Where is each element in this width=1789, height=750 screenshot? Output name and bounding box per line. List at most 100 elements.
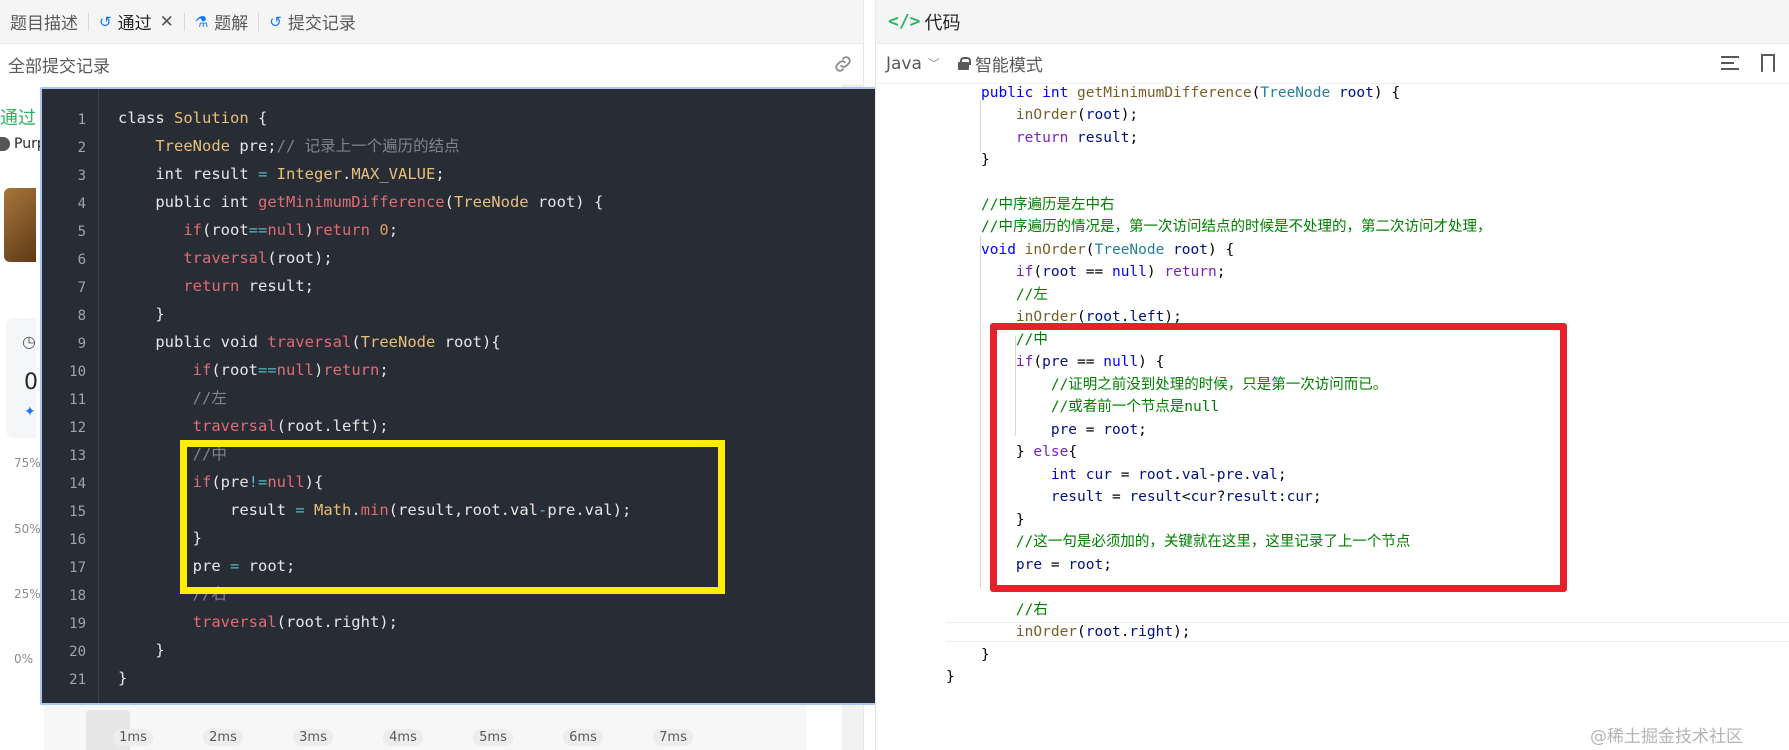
code-line: TreeNode pre;// 记录上一个遍历的结点 xyxy=(155,137,460,155)
toolbar-actions xyxy=(1721,54,1775,73)
line-number: 5 xyxy=(77,224,86,240)
all-submissions-link[interactable]: 全部提交记录 xyxy=(8,52,110,77)
gutter-divider xyxy=(98,89,99,703)
axis-tick: 4ms xyxy=(358,729,448,750)
link-icon[interactable] xyxy=(832,53,854,75)
code-line: traversal(root); xyxy=(183,249,333,267)
language-value: Java xyxy=(886,53,922,74)
code-line: void inOrder(TreeNode root) { xyxy=(981,242,1235,258)
code-icon: </> xyxy=(888,11,921,32)
code-line: //中序遍历的情况是，第一次访问结点的时候是不处理的，第二次访问才处理， xyxy=(981,219,1492,235)
line-number: 15 xyxy=(69,504,86,520)
language-select[interactable]: Java ﹀ xyxy=(886,54,940,74)
tab-accepted-label: 通过 xyxy=(117,14,152,34)
avatar xyxy=(0,137,10,151)
code-panel-title: 代码 xyxy=(924,12,961,34)
flask-icon: ⚗ xyxy=(194,12,209,31)
status-accepted: 通过 xyxy=(0,108,36,129)
line-number: 19 xyxy=(69,616,86,632)
tab-submissions-label: 提交记录 xyxy=(287,14,356,34)
line-number: 1 xyxy=(77,112,86,128)
sparkle-icon: ✦ xyxy=(24,404,36,420)
line-number: 7 xyxy=(77,280,86,296)
code-line: if(root==null)return; xyxy=(192,361,389,379)
code-line: inOrder(root.right); xyxy=(1015,624,1191,640)
code-line: if(root == null) return; xyxy=(1015,264,1226,280)
line-number: 20 xyxy=(69,644,86,660)
axis-tick: 5ms xyxy=(448,729,538,750)
code-line: return result; xyxy=(1015,130,1139,146)
code-line: //左 xyxy=(192,389,227,407)
code-line: traversal(root.right); xyxy=(192,613,398,631)
code-line: return result; xyxy=(183,277,314,295)
yellow-highlight-box xyxy=(180,440,725,594)
submissions-header: 全部提交记录 xyxy=(0,44,863,84)
code-line: if(root==null)return 0; xyxy=(183,221,399,239)
pct-label: 50% xyxy=(14,522,41,536)
code-line: int result = Integer.MAX_VALUE; xyxy=(155,165,445,183)
line-number: 14 xyxy=(69,476,86,492)
watermark: @稀土掘金技术社区 xyxy=(1590,727,1743,747)
chevron-down-icon: ﹀ xyxy=(927,57,940,71)
line-number: 16 xyxy=(69,532,86,548)
lock-icon xyxy=(957,57,971,70)
smart-mode-label: 智能模式 xyxy=(974,56,1043,76)
axis-tick: 3ms xyxy=(268,729,358,750)
line-number: 8 xyxy=(77,308,86,324)
editor-toolbar: Java ﹀ 智能模式 xyxy=(876,44,1789,84)
left-tab-bar: 题目描述 ↺ 通过 ✕ ⚗ 题解 ↺ 提交记录 xyxy=(0,0,863,44)
author-image xyxy=(4,188,36,262)
bookmark-icon[interactable] xyxy=(1761,54,1775,73)
line-number: 9 xyxy=(77,336,86,352)
code-line: } xyxy=(981,647,990,663)
axis-tick: 7ms xyxy=(628,729,718,750)
line-number: 13 xyxy=(69,448,86,464)
code-line: public int getMinimumDifference(TreeNode… xyxy=(981,85,1401,101)
code-line: public int getMinimumDifference(TreeNode… xyxy=(155,193,604,211)
line-number: 12 xyxy=(69,420,86,436)
pct-label: 25% xyxy=(14,587,41,601)
format-icon[interactable] xyxy=(1721,56,1739,70)
tab-accepted[interactable]: ↺ 通过 ✕ xyxy=(89,0,184,44)
code-line: } xyxy=(946,669,955,685)
line-number: 17 xyxy=(69,560,86,576)
axis-tick: 2ms xyxy=(178,729,268,750)
line-number: 2 xyxy=(77,140,86,156)
code-popup: java 1 2 3 4 5 6 7 8 9 10 11 12 13 14 15… xyxy=(40,87,938,705)
clock-icon: ◷ xyxy=(22,332,36,351)
line-number: 11 xyxy=(69,392,86,408)
tab-submissions[interactable]: ↺ 提交记录 xyxy=(259,0,366,44)
line-number: 21 xyxy=(69,672,86,688)
close-icon[interactable]: ✕ xyxy=(160,12,174,32)
runtime-value: 0 xyxy=(24,370,38,395)
line-number: 3 xyxy=(77,168,86,184)
code-line: } xyxy=(981,152,990,168)
histogram-axis: 1ms 2ms 3ms 4ms 5ms 6ms 7ms xyxy=(88,729,808,750)
pct-label: 75% xyxy=(14,456,41,470)
red-highlight-box xyxy=(990,323,1567,592)
line-number: 4 xyxy=(77,196,86,212)
axis-tick: 6ms xyxy=(538,729,628,750)
code-line: traversal(root.left); xyxy=(192,417,389,435)
line-number: 18 xyxy=(69,588,86,604)
history-icon: ↺ xyxy=(99,12,112,31)
code-line: //左 xyxy=(1015,287,1048,303)
tab-solutions-label: 题解 xyxy=(214,14,249,34)
code-line: } xyxy=(118,305,165,323)
code-line: //中序遍历是左中右 xyxy=(981,197,1115,213)
history-icon: ↺ xyxy=(269,12,282,31)
code-line: } xyxy=(118,669,128,687)
pct-label: 0% xyxy=(14,652,34,666)
code-line: } xyxy=(118,641,165,659)
tab-solutions[interactable]: ⚗ 题解 xyxy=(185,0,258,44)
tab-description-label: 题目描述 xyxy=(10,14,78,34)
line-number: 6 xyxy=(77,252,86,268)
code-line: class Solution { xyxy=(118,109,268,127)
tab-description[interactable]: 题目描述 xyxy=(0,0,88,44)
axis-tick: 1ms xyxy=(88,729,178,750)
smart-mode-toggle[interactable]: 智能模式 xyxy=(957,51,1043,76)
line-number: 10 xyxy=(69,364,86,380)
code-line: public void traversal(TreeNode root){ xyxy=(155,333,501,351)
code-panel-header: </> 代码 xyxy=(876,0,1789,44)
author[interactable]: Purp xyxy=(0,136,46,152)
